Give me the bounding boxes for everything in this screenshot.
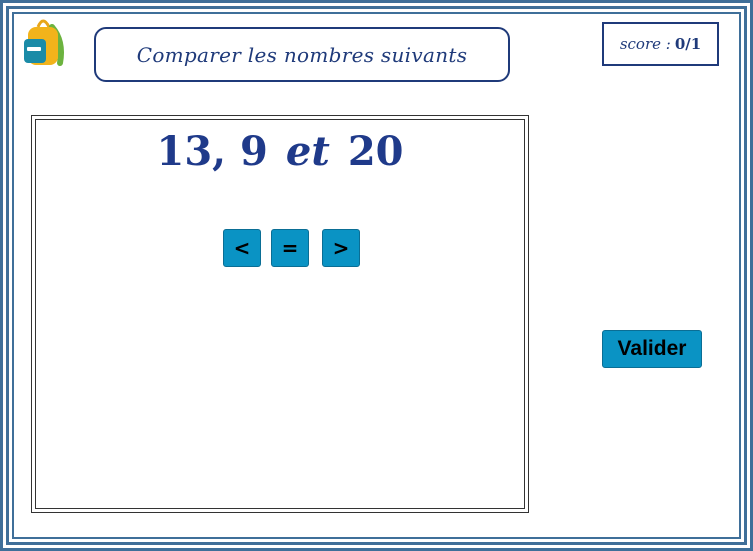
backpack-icon — [24, 19, 64, 66]
score-value: 0/1 — [674, 35, 702, 53]
question-panel-inner — [35, 119, 525, 509]
instruction-text: Comparer les nombres suivants — [136, 42, 468, 67]
question-panel: 13, 9 et 20 — [31, 115, 529, 513]
instruction-banner: Comparer les nombres suivants — [94, 27, 510, 82]
score-label: score : — [619, 35, 671, 53]
equal-button[interactable]: = — [271, 229, 309, 267]
score-box: score : 0/1 — [602, 22, 719, 66]
left-number: 13, 9 — [156, 128, 268, 175]
greater-than-button[interactable]: > — [322, 229, 360, 267]
less-than-button[interactable]: < — [223, 229, 261, 267]
right-number: 20 — [347, 128, 404, 175]
validate-button[interactable]: Valider — [602, 330, 702, 368]
conjunction: et — [285, 128, 330, 175]
question-text: 13, 9 et 20 — [32, 128, 528, 176]
